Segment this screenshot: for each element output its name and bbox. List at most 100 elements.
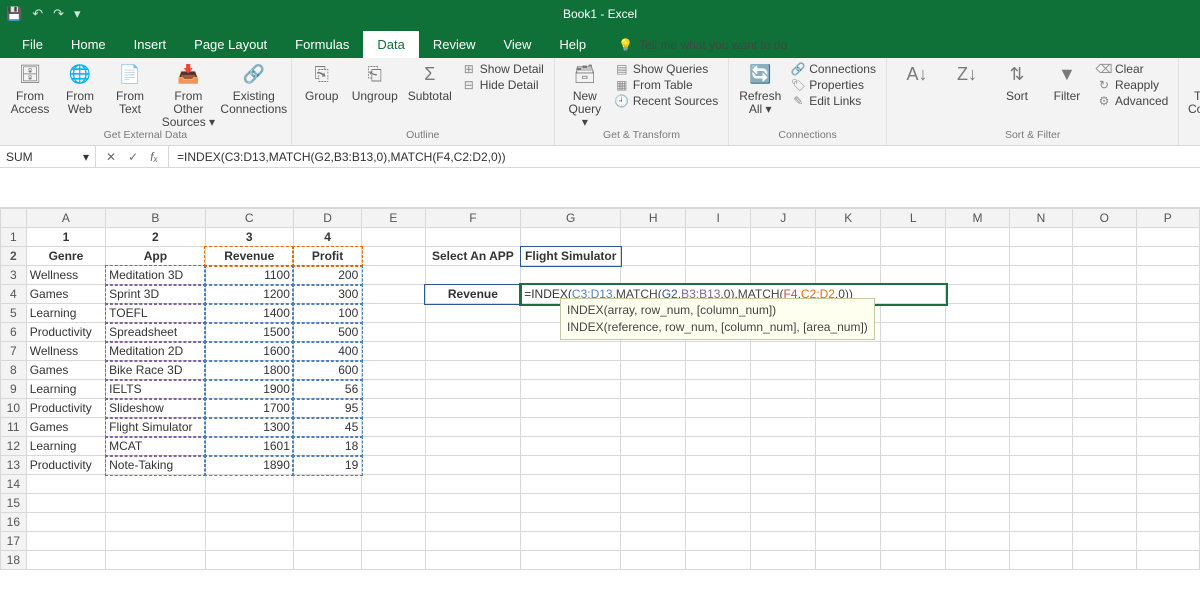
cell[interactable] — [425, 323, 521, 342]
cell[interactable] — [1136, 380, 1199, 399]
cell[interactable] — [205, 475, 293, 494]
cell[interactable] — [686, 228, 751, 247]
cell[interactable] — [686, 475, 751, 494]
row-15[interactable]: 15 — [1, 494, 1200, 513]
cell[interactable]: 1800 — [205, 361, 293, 380]
cell[interactable] — [425, 304, 521, 323]
worksheet-grid[interactable]: ABCDEFGHIJKLMNOP 1 1234 2 GenreAppRevenu… — [0, 208, 1200, 570]
from-table-button[interactable]: ▦From Table — [615, 78, 693, 92]
cell[interactable] — [621, 437, 686, 456]
cell[interactable]: 95 — [293, 399, 361, 418]
cell[interactable] — [816, 266, 881, 285]
cell[interactable] — [881, 399, 946, 418]
cell[interactable] — [621, 247, 686, 266]
tab-review[interactable]: Review — [419, 31, 490, 58]
cell[interactable] — [686, 380, 751, 399]
cell[interactable] — [362, 247, 425, 266]
cell[interactable] — [751, 475, 816, 494]
col-header[interactable]: H — [621, 209, 686, 228]
cell[interactable] — [1009, 342, 1072, 361]
save-icon[interactable]: 💾 — [6, 6, 22, 22]
row-header[interactable]: 16 — [1, 513, 27, 532]
cell[interactable]: 3 — [205, 228, 293, 247]
cell[interactable] — [362, 399, 425, 418]
cell[interactable] — [1073, 418, 1136, 437]
cell[interactable] — [946, 532, 1009, 551]
cell[interactable] — [293, 494, 361, 513]
cell[interactable] — [362, 342, 425, 361]
cell[interactable] — [1009, 456, 1072, 475]
cell[interactable]: 1 — [26, 228, 105, 247]
cell[interactable] — [1073, 437, 1136, 456]
cell[interactable] — [521, 342, 621, 361]
cell[interactable] — [751, 266, 816, 285]
cell[interactable]: 56 — [293, 380, 361, 399]
cell[interactable]: 300 — [293, 285, 361, 304]
properties-button[interactable]: 🏷Properties — [791, 78, 864, 92]
cell[interactable] — [751, 342, 816, 361]
cell[interactable] — [686, 532, 751, 551]
tab-help[interactable]: Help — [545, 31, 600, 58]
cell[interactable]: Bike Race 3D — [106, 361, 206, 380]
cell[interactable] — [1073, 494, 1136, 513]
cell[interactable] — [816, 551, 881, 570]
cell[interactable] — [362, 551, 425, 570]
text-to-columns-button[interactable]: ⇥Text to Columns — [1189, 62, 1200, 116]
cell[interactable] — [1136, 475, 1199, 494]
cell[interactable] — [521, 475, 621, 494]
cell[interactable] — [751, 494, 816, 513]
cell[interactable] — [881, 513, 946, 532]
tab-home[interactable]: Home — [57, 31, 120, 58]
cell[interactable] — [946, 513, 1009, 532]
cell[interactable]: 45 — [293, 418, 361, 437]
cell[interactable]: IELTS — [106, 380, 206, 399]
cancel-icon[interactable]: ✕ — [106, 150, 116, 164]
edit-links-button[interactable]: ✎Edit Links — [791, 94, 861, 108]
col-header[interactable]: L — [881, 209, 946, 228]
cell[interactable]: TOEFL — [106, 304, 206, 323]
cell[interactable] — [881, 266, 946, 285]
cell[interactable]: Meditation 2D — [106, 342, 206, 361]
cell[interactable]: 1600 — [205, 342, 293, 361]
cell[interactable] — [751, 437, 816, 456]
cell[interactable]: Meditation 3D — [106, 266, 206, 285]
cell[interactable]: Wellness — [26, 266, 105, 285]
cell[interactable] — [816, 399, 881, 418]
tab-view[interactable]: View — [489, 31, 545, 58]
redo-icon[interactable]: ↷ — [53, 6, 64, 22]
row-header[interactable]: 9 — [1, 380, 27, 399]
cell[interactable] — [205, 532, 293, 551]
cell[interactable] — [816, 418, 881, 437]
cell[interactable] — [1136, 247, 1199, 266]
connections-button[interactable]: 🔗Connections — [791, 62, 876, 76]
row-1[interactable]: 1 1234 — [1, 228, 1200, 247]
cell[interactable]: 200 — [293, 266, 361, 285]
row-17[interactable]: 17 — [1, 532, 1200, 551]
from-other-sources-button[interactable]: 📥From Other Sources ▾ — [160, 62, 217, 130]
col-header[interactable]: J — [751, 209, 816, 228]
cell[interactable] — [1073, 380, 1136, 399]
cell[interactable]: Productivity — [26, 323, 105, 342]
row-header[interactable]: 4 — [1, 285, 27, 304]
cell[interactable] — [621, 494, 686, 513]
row-header[interactable]: 15 — [1, 494, 27, 513]
cell[interactable] — [362, 380, 425, 399]
cell[interactable] — [686, 551, 751, 570]
cell[interactable] — [1009, 247, 1072, 266]
cell[interactable] — [751, 418, 816, 437]
cell[interactable] — [816, 342, 881, 361]
cell[interactable] — [1136, 418, 1199, 437]
cell[interactable]: Games — [26, 361, 105, 380]
col-header[interactable]: N — [1009, 209, 1072, 228]
cell[interactable] — [425, 494, 521, 513]
row-2[interactable]: 2 GenreAppRevenueProfitSelect An APPFlig… — [1, 247, 1200, 266]
cell[interactable] — [686, 266, 751, 285]
tab-formulas[interactable]: Formulas — [281, 31, 363, 58]
cell[interactable] — [1136, 323, 1199, 342]
cell[interactable] — [106, 551, 206, 570]
cell[interactable] — [293, 513, 361, 532]
row-header[interactable]: 6 — [1, 323, 27, 342]
cell[interactable] — [425, 380, 521, 399]
cell[interactable] — [816, 380, 881, 399]
col-header[interactable]: I — [686, 209, 751, 228]
